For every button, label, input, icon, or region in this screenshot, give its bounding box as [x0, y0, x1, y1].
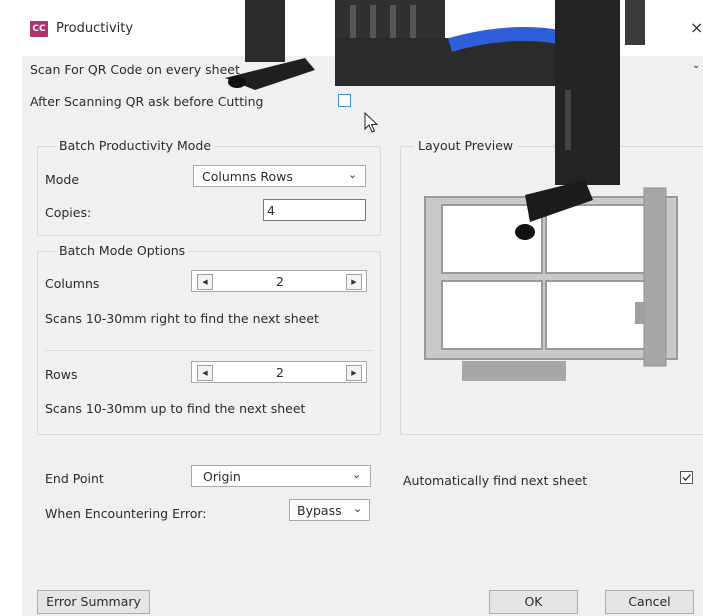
end-point-value: Origin	[203, 469, 241, 484]
sheet-4	[545, 280, 647, 350]
rows-label: Rows	[45, 367, 78, 382]
ok-button[interactable]: OK	[489, 590, 578, 614]
columns-spinner[interactable]: ◀ 2 ▶	[191, 270, 367, 292]
increment-icon[interactable]: ▶	[346, 274, 362, 290]
error-summary-button[interactable]: Error Summary	[37, 590, 150, 614]
close-icon[interactable]: ×	[690, 18, 703, 37]
chevron-down-icon: ⌄	[353, 502, 363, 515]
on-error-dropdown[interactable]: Bypass ⌄	[289, 499, 370, 521]
end-point-dropdown[interactable]: Origin ⌄	[191, 465, 371, 487]
mode-label: Mode	[45, 172, 80, 187]
rows-hint: Scans 10-30mm up to find the next sheet	[45, 401, 306, 416]
cancel-button[interactable]: Cancel	[605, 590, 694, 614]
batch-productivity-title: Batch Productivity Mode	[55, 138, 216, 153]
increment-icon[interactable]: ▶	[346, 365, 362, 381]
rows-value: 2	[276, 365, 284, 380]
window-edge	[0, 56, 22, 616]
end-point-label: End Point	[45, 471, 104, 486]
scan-qr-label: Scan For QR Code on every sheet	[30, 62, 240, 77]
plotter-photo-overlay	[225, 0, 645, 240]
base-block	[462, 361, 566, 381]
checkmark-icon	[682, 474, 691, 481]
rows-spinner[interactable]: ◀ 2 ▶	[191, 361, 367, 383]
chevron-down-icon[interactable]: ⌄	[692, 60, 700, 71]
auto-find-label: Automatically find next sheet	[403, 473, 588, 488]
window-title: Productivity	[56, 21, 134, 36]
app-icon: CC	[30, 21, 48, 37]
on-error-value: Bypass	[297, 503, 342, 518]
sheet-3	[441, 280, 543, 350]
batch-options-title: Batch Mode Options	[55, 243, 190, 258]
columns-label: Columns	[45, 276, 100, 291]
auto-find-checkbox[interactable]	[680, 471, 693, 484]
copies-label: Copies:	[45, 205, 92, 220]
columns-value: 2	[276, 274, 284, 289]
divider	[45, 350, 373, 351]
carriage	[635, 302, 644, 324]
chevron-down-icon: ⌄	[352, 468, 362, 481]
columns-hint: Scans 10-30mm right to find the next she…	[45, 311, 319, 326]
on-error-label: When Encountering Error:	[45, 506, 207, 521]
